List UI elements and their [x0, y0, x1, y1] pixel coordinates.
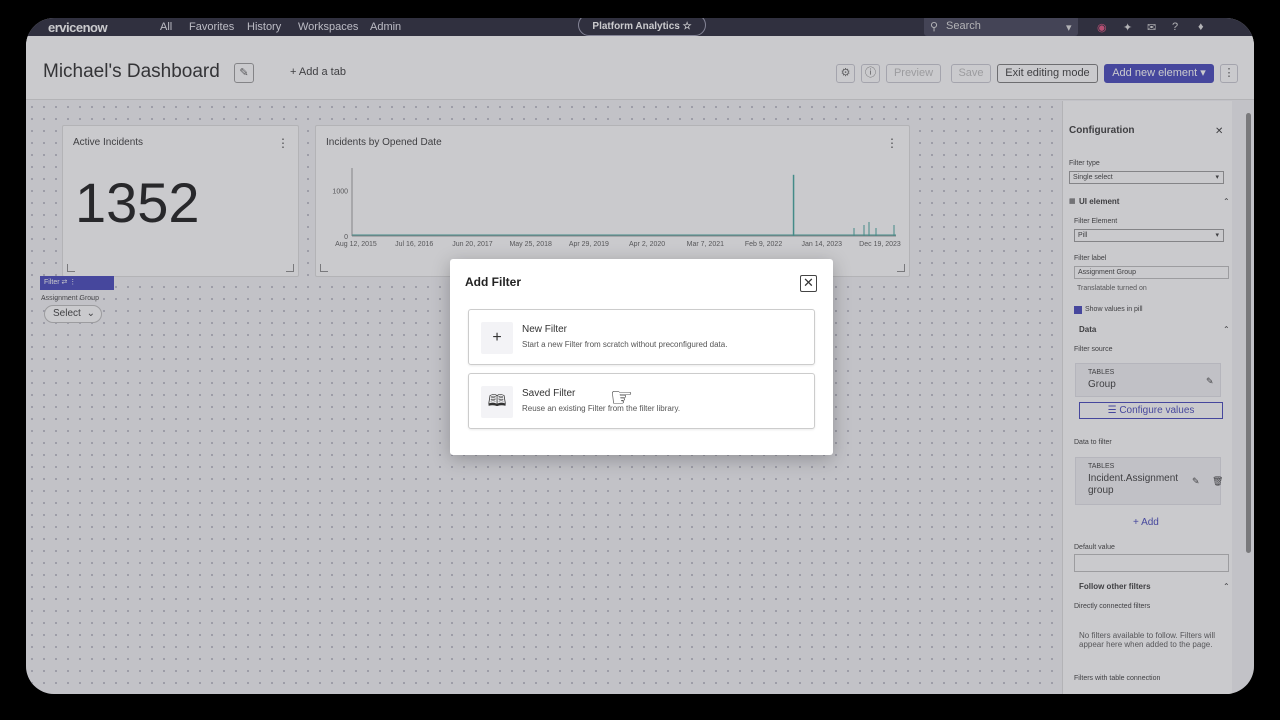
book-icon: 🕮 — [481, 386, 513, 418]
plus-icon: + — [481, 322, 513, 354]
add-filter-dialog: Add Filter ✕ + New Filter Start a new Fi… — [450, 259, 833, 455]
app-window: ervicenow All Favorites History Workspac… — [26, 18, 1254, 694]
hand-cursor-icon: ☞ — [610, 382, 634, 412]
option-title: New Filter — [522, 324, 568, 335]
close-icon[interactable]: ✕ — [800, 275, 817, 292]
new-filter-option[interactable]: + New Filter Start a new Filter from scr… — [468, 309, 815, 365]
option-description: Reuse an existing Filter from the filter… — [522, 404, 681, 413]
dialog-title: Add Filter — [465, 275, 521, 289]
saved-filter-option[interactable]: 🕮 Saved Filter Reuse an existing Filter … — [468, 373, 815, 429]
option-description: Start a new Filter from scratch without … — [522, 340, 728, 349]
option-title: Saved Filter — [522, 388, 576, 399]
